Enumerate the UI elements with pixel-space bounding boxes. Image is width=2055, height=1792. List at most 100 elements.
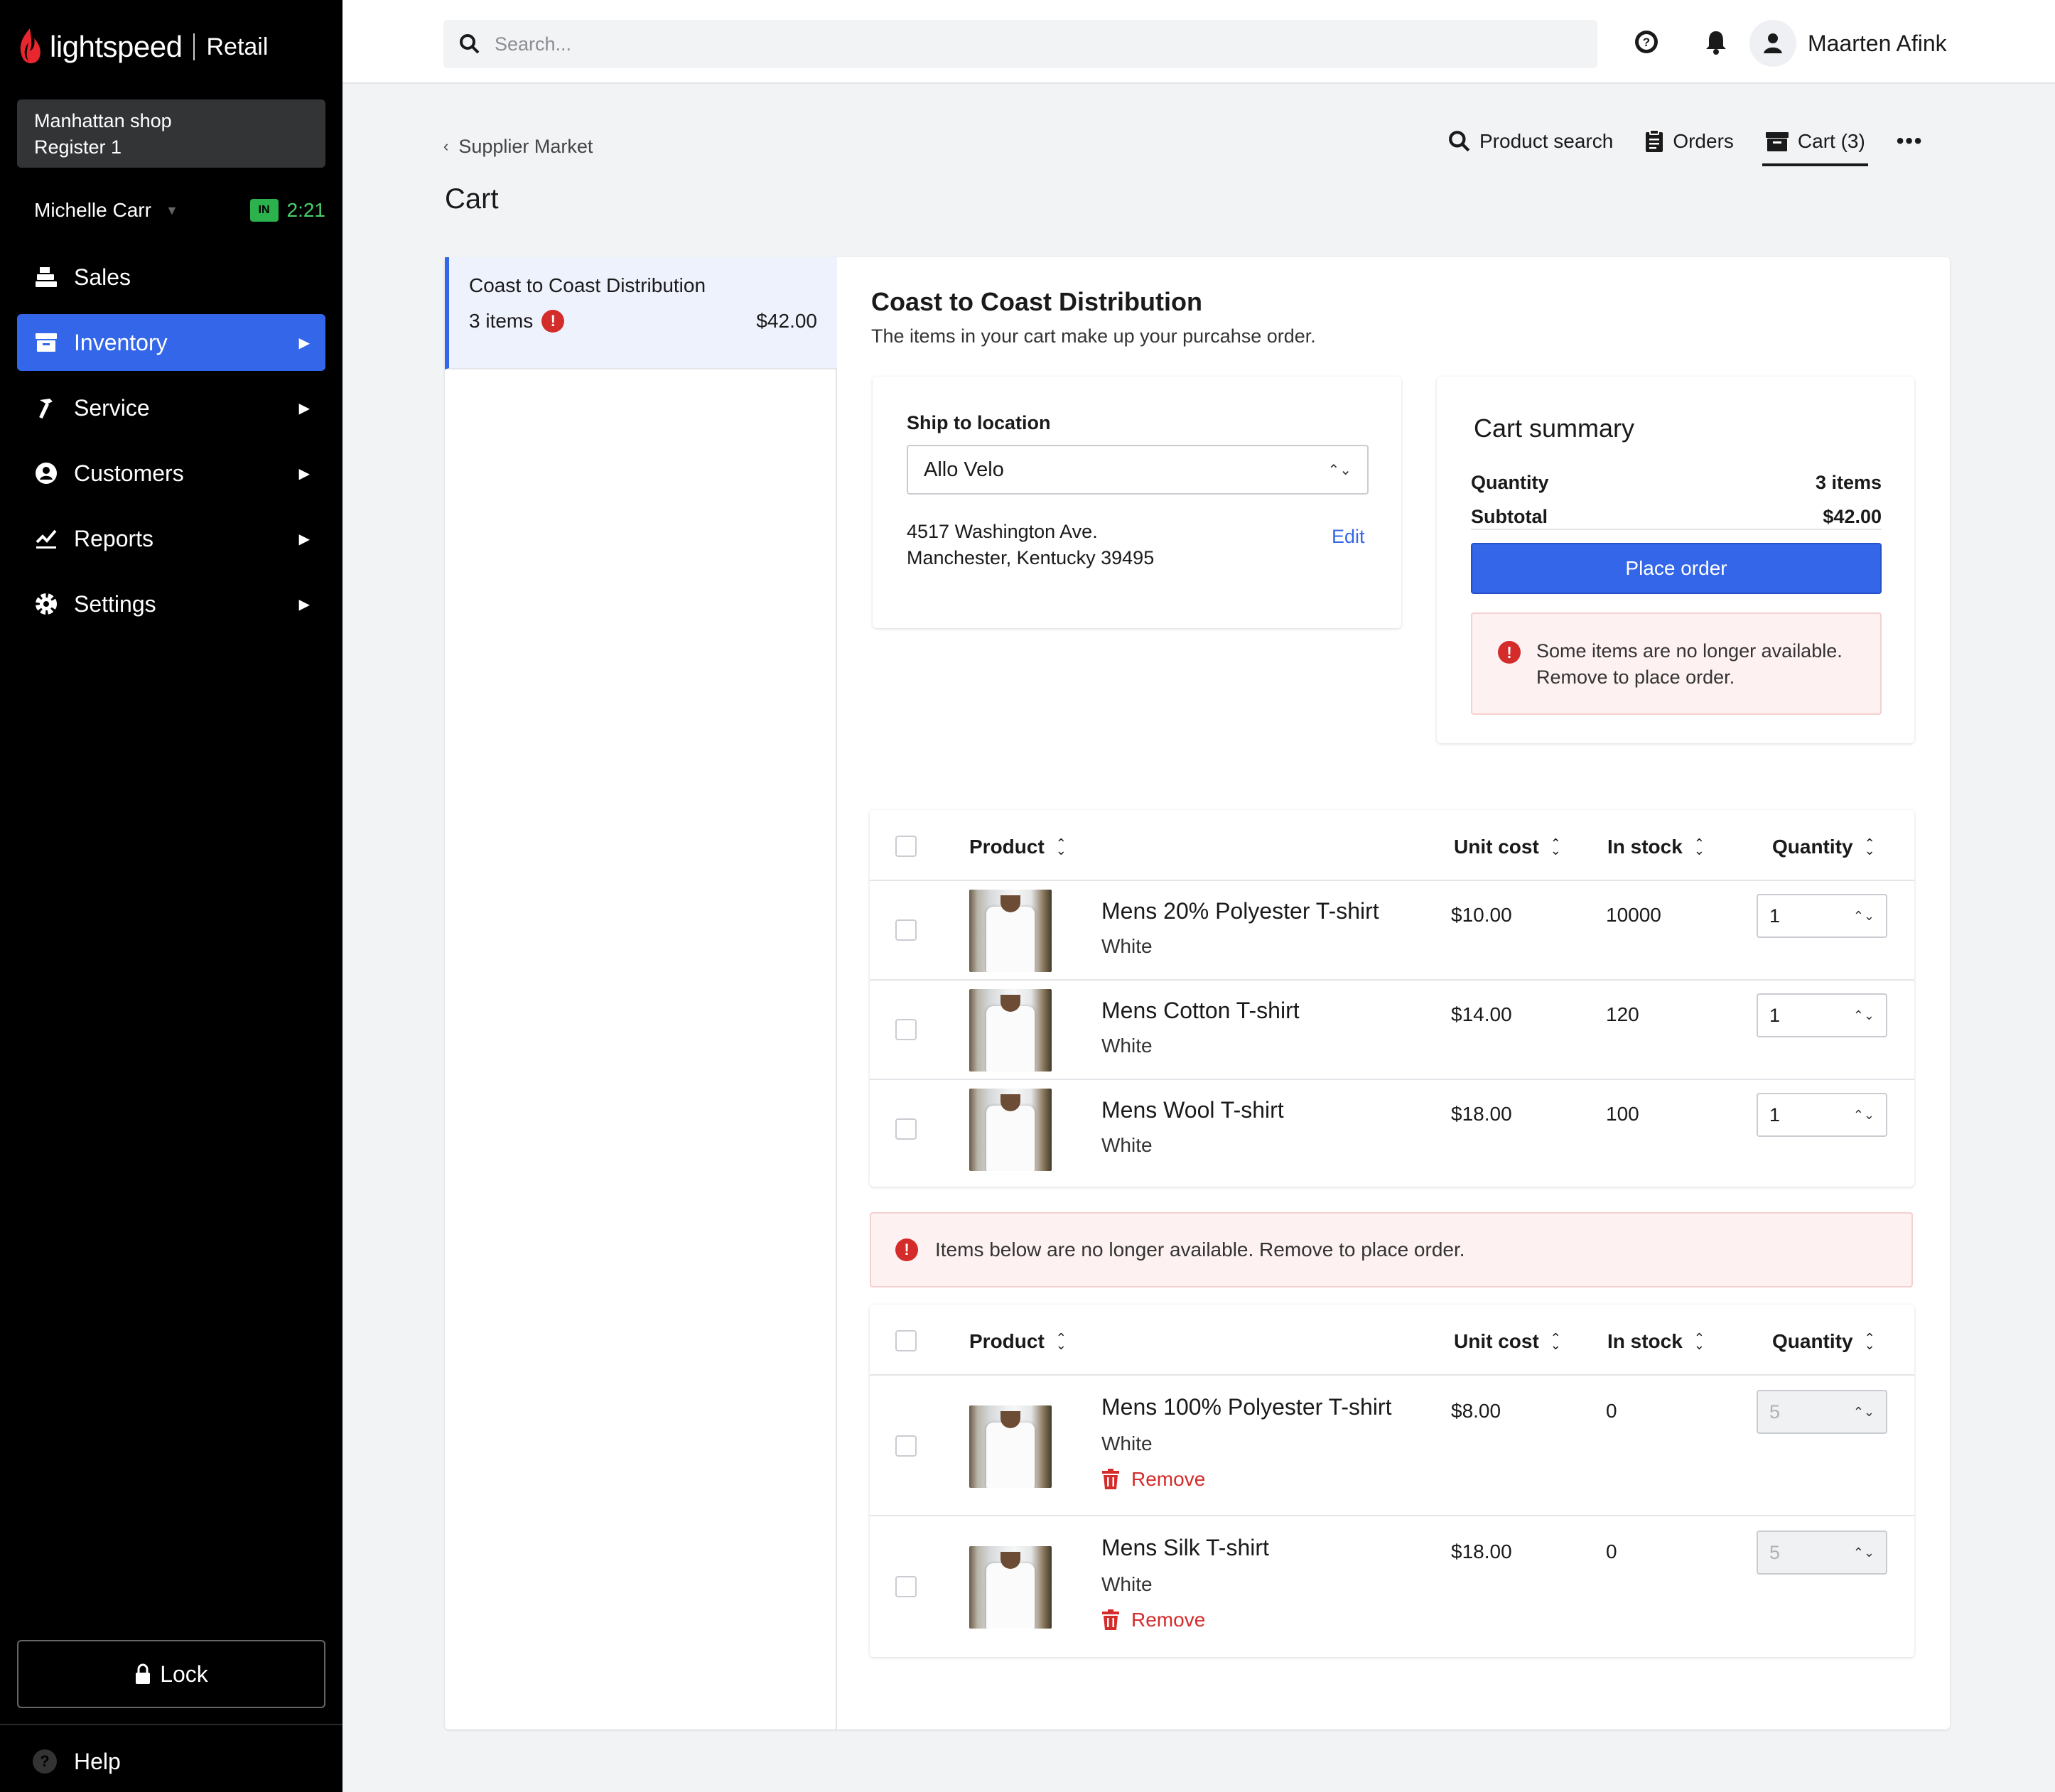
unavailable-items-alert: ! Some items are no longer available. Re… xyxy=(1471,612,1882,715)
product-thumbnail xyxy=(969,1405,1052,1488)
column-header-in-stock[interactable]: In stock ⌃ ⌄ xyxy=(1607,1330,1705,1353)
column-header-quantity[interactable]: Quantity ⌃ ⌄ xyxy=(1772,836,1875,858)
inventory-icon xyxy=(33,329,60,356)
supplier-name: Coast to Coast Distribution xyxy=(469,274,706,296)
breadcrumb-label: Supplier Market xyxy=(458,135,593,157)
tab-cart[interactable]: Cart (3) xyxy=(1762,122,1868,166)
lock-label: Lock xyxy=(160,1661,208,1687)
shop-name: Manhattan shop xyxy=(34,110,172,131)
unit-cost: $10.00 xyxy=(1451,904,1512,926)
quantity-stepper[interactable]: 1 ⌃⌄ xyxy=(1757,993,1887,1037)
quantity-value: 1 xyxy=(1769,905,1781,927)
product-variant: White xyxy=(1101,1035,1153,1057)
edit-address-link[interactable]: Edit xyxy=(1332,526,1365,548)
remove-button[interactable]: Remove xyxy=(1101,1468,1205,1491)
place-order-button[interactable]: Place order xyxy=(1471,543,1882,594)
help-circle-icon[interactable]: ? xyxy=(1633,28,1660,55)
bell-icon[interactable] xyxy=(1703,28,1730,55)
svg-text:?: ? xyxy=(1643,36,1650,49)
in-stock: 10000 xyxy=(1606,904,1661,926)
quantity-value: 1 xyxy=(1769,1103,1781,1126)
nav-label: Sales xyxy=(74,264,131,290)
ship-location-value: Allo Velo xyxy=(924,458,1004,481)
product-name: Mens Cotton T-shirt xyxy=(1101,998,1300,1023)
profile-menu[interactable]: Maarten Afink xyxy=(1749,18,1947,68)
cart-tabs: Product search Orders Cart (3) ••• xyxy=(1448,122,1924,166)
product-thumbnail xyxy=(969,1546,1052,1629)
row-checkbox[interactable] xyxy=(895,1118,917,1140)
remove-label: Remove xyxy=(1131,1468,1206,1490)
select-all-checkbox[interactable] xyxy=(895,1330,917,1351)
updown-chevron-icon: ⌃⌄ xyxy=(1852,1404,1875,1419)
tab-product-search[interactable]: Product search xyxy=(1448,122,1613,161)
summary-divider xyxy=(1471,529,1882,530)
updown-chevron-icon: ⌃⌄ xyxy=(1852,908,1875,923)
column-header-product[interactable]: Product ⌃ ⌄ xyxy=(969,836,1067,858)
row-checkbox[interactable] xyxy=(895,1019,917,1040)
user-name: Michelle Carr xyxy=(34,199,151,221)
user-icon xyxy=(1764,33,1782,53)
row-checkbox[interactable] xyxy=(895,919,917,941)
unit-cost: $18.00 xyxy=(1451,1540,1512,1562)
ship-location-select[interactable]: Allo Velo ⌃⌄ xyxy=(907,445,1369,495)
product-thumbnail xyxy=(969,1089,1052,1171)
tab-orders[interactable]: Orders xyxy=(1644,122,1734,161)
subtotal-value: $42.00 xyxy=(1823,506,1882,527)
available-items-table: Product ⌃ ⌄ Unit cost ⌃ ⌄ In stock ⌃ ⌄ Quantit… xyxy=(870,810,1914,1187)
quantity-value: 5 xyxy=(1769,1400,1781,1423)
more-options-icon[interactable]: ••• xyxy=(1897,129,1924,153)
supplier-list-item[interactable]: Coast to Coast Distribution 3 items ! $4… xyxy=(445,257,837,369)
search-input[interactable] xyxy=(495,33,1489,55)
sort-icon: ⌃ ⌄ xyxy=(1055,836,1067,858)
nav-item-customers[interactable]: Customers ▶ xyxy=(17,445,325,502)
product-variant: White xyxy=(1101,1432,1153,1454)
nav-item-settings[interactable]: Settings ▶ xyxy=(17,576,325,632)
alert-line-1: Some items are no longer available. xyxy=(1536,640,1843,662)
sidebar: lightspeed Retail Manhattan shop Registe… xyxy=(0,0,342,1792)
address-line-1: 4517 Washington Ave. xyxy=(907,521,1098,542)
in-stock: 0 xyxy=(1606,1400,1617,1422)
select-all-checkbox[interactable] xyxy=(895,836,917,857)
row-checkbox[interactable] xyxy=(895,1576,917,1597)
supplier-total: $42.00 xyxy=(756,310,817,332)
nav-item-sales[interactable]: Sales xyxy=(17,249,325,306)
user-menu[interactable]: Michelle Carr ▼ IN 2:21 xyxy=(34,196,325,225)
cart-panel: Coast to Coast Distribution 3 items ! $4… xyxy=(445,257,1950,1729)
error-icon: ! xyxy=(541,310,565,333)
nav-label: Inventory xyxy=(74,329,168,355)
user-circle-icon xyxy=(33,460,60,487)
unavailable-items-table: Product ⌃ ⌄ Unit cost ⌃ ⌄ In stock ⌃ ⌄ Quantit… xyxy=(870,1305,1914,1657)
global-search[interactable] xyxy=(443,20,1597,68)
row-checkbox[interactable] xyxy=(895,1435,917,1457)
in-stock: 120 xyxy=(1606,1003,1639,1025)
cart-summary-card: Cart summary Quantity 3 items Subtotal $… xyxy=(1437,377,1914,743)
table-header: Product ⌃ ⌄ Unit cost ⌃ ⌄ In stock ⌃ ⌄ Quantit… xyxy=(870,810,1914,881)
brand-product: Retail xyxy=(206,33,269,60)
quantity-value: 5 xyxy=(1769,1541,1781,1563)
chevron-right-icon: ▶ xyxy=(298,531,310,547)
chevron-left-icon: ‹ xyxy=(443,137,449,155)
gear-icon xyxy=(33,590,60,617)
remove-button[interactable]: Remove xyxy=(1101,1609,1205,1631)
nav-item-inventory[interactable]: Inventory ▶ xyxy=(17,314,325,371)
column-header-quantity[interactable]: Quantity ⌃ ⌄ xyxy=(1772,1330,1875,1353)
brand-separator xyxy=(193,33,195,60)
nav-item-reports[interactable]: Reports ▶ xyxy=(17,510,325,567)
brand-logo[interactable]: lightspeed Retail xyxy=(16,26,268,68)
column-header-unit-cost[interactable]: Unit cost ⌃ ⌄ xyxy=(1454,836,1561,858)
column-header-in-stock[interactable]: In stock ⌃ ⌄ xyxy=(1607,836,1705,858)
quantity-stepper[interactable]: 1 ⌃⌄ xyxy=(1757,1093,1887,1137)
unit-cost: $18.00 xyxy=(1451,1103,1512,1125)
quantity-stepper[interactable]: 1 ⌃⌄ xyxy=(1757,894,1887,938)
lock-button[interactable]: Lock xyxy=(17,1640,325,1708)
sort-icon: ⌃ ⌄ xyxy=(1864,1331,1875,1352)
column-header-product[interactable]: Product ⌃ ⌄ xyxy=(969,1330,1067,1353)
column-header-unit-cost[interactable]: Unit cost ⌃ ⌄ xyxy=(1454,1330,1561,1353)
breadcrumb[interactable]: ‹ Supplier Market xyxy=(443,132,593,161)
sidebar-divider xyxy=(0,1724,342,1725)
product-thumbnail xyxy=(969,989,1052,1072)
nav-item-service[interactable]: Service ▶ xyxy=(17,379,325,436)
shop-register-selector[interactable]: Manhattan shop Register 1 xyxy=(17,99,325,168)
help-link[interactable]: ? Help xyxy=(33,1744,121,1779)
unavailable-banner-text: Items below are no longer available. Rem… xyxy=(935,1238,1465,1261)
